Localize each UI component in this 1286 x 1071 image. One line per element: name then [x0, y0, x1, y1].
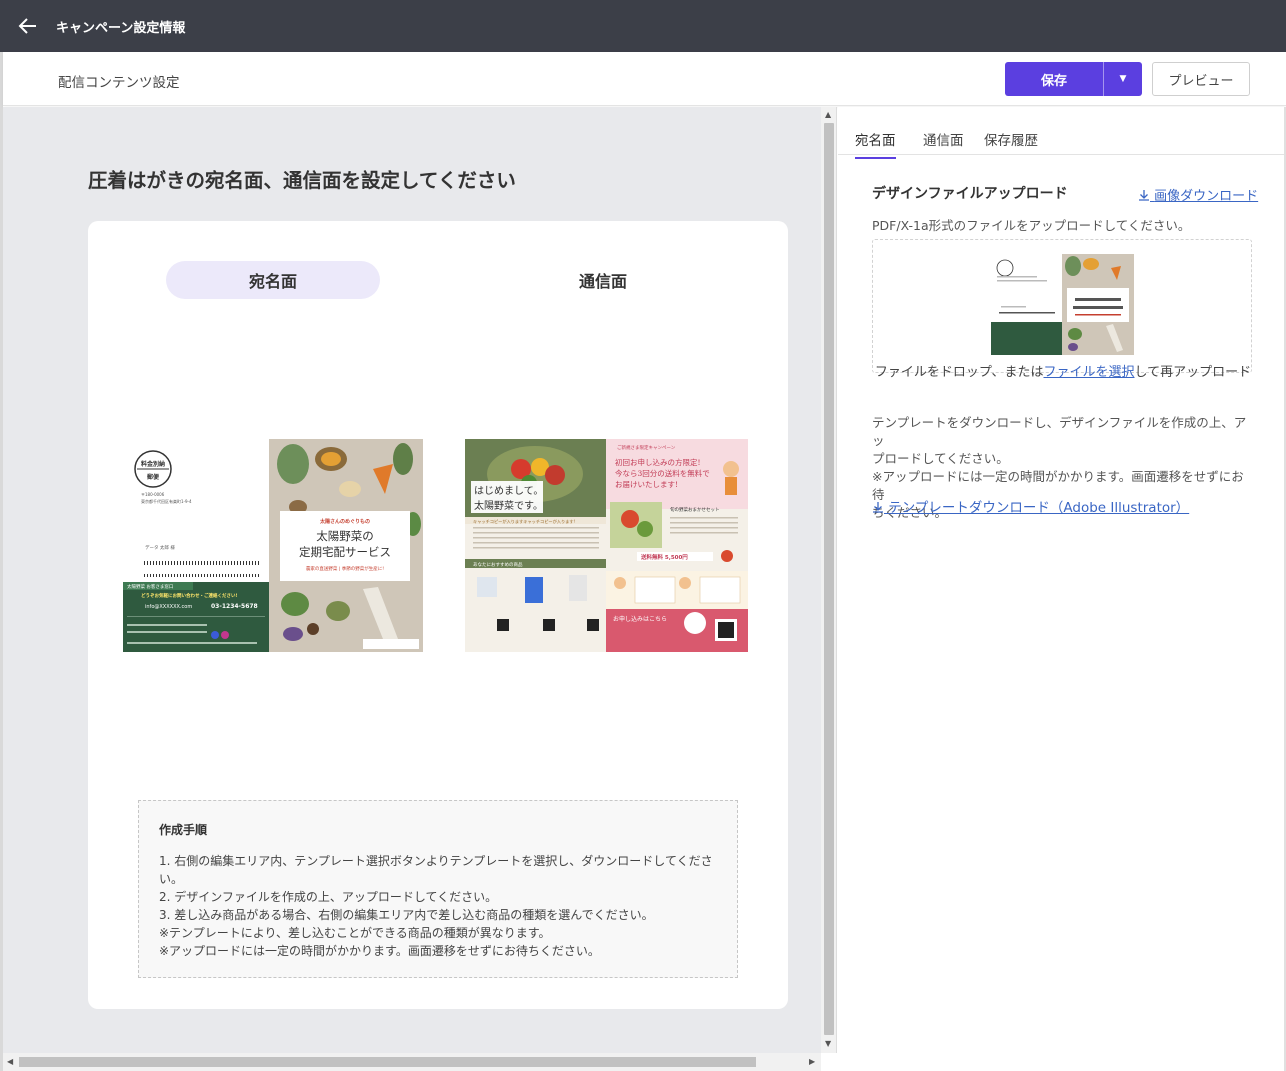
dropzone-text: ファイルをドロップ、またはファイルを選択して再アップロード: [873, 361, 1253, 380]
scroll-right-icon[interactable]: ▶: [809, 1057, 815, 1066]
dropzone-suffix: して再アップロード: [1134, 365, 1252, 380]
scroll-left-icon[interactable]: ◀: [7, 1057, 13, 1066]
howto-line: ※アップロードには一定の時間がかかります。画面遷移をせずにお待ちください。: [159, 944, 600, 958]
campaign-line1: 初回お申し込みの方限定!: [615, 457, 701, 467]
howto-line: 1. 右側の編集エリア内、テンプレート選択ボタンよりテンプレートを選択し、ダウン…: [159, 854, 713, 868]
dropzone-prefix: ファイルをドロップ、または: [874, 365, 1044, 380]
postage-badge-line2: 郵便: [147, 473, 160, 481]
tab-save-history[interactable]: 保存履歴: [984, 129, 1038, 157]
postcard-card: 宛名面 通信面 料金別納 郵便 〒180-0006 東京都千代田区有楽町1-9-…: [88, 221, 788, 1009]
help-line: プロードしてください。: [872, 451, 1009, 466]
back-arrow-icon: [18, 18, 36, 34]
greeting-line2: 太陽野菜です。: [474, 499, 543, 512]
scroll-up-icon[interactable]: ▲: [825, 110, 831, 119]
image-download-label: 画像ダウンロード: [1154, 189, 1259, 204]
address-side-artwork: 料金別納 郵便 〒180-0006 東京都千代田区有楽町1-9-4 データ 太郎…: [123, 439, 423, 652]
template-download-link[interactable]: テンプレートダウンロード（Adobe Illustrator）: [872, 496, 1189, 516]
card-title-small: 太陽さんのめぐりもの: [319, 518, 370, 525]
download-icon: [873, 502, 883, 513]
download-icon: [1139, 190, 1149, 201]
howto-title: 作成手順: [159, 823, 208, 837]
postage-badge-line1: 料金別納: [141, 460, 165, 468]
card-subtitle: 農家の直送野菜 | 季節の野菜が生産に!: [306, 565, 384, 572]
file-dropzone[interactable]: ファイルをドロップ、またはファイルを選択して再アップロード: [872, 239, 1252, 380]
vertical-scrollbar[interactable]: ▲ ▼: [821, 107, 837, 1053]
settings-panel: 宛名面 通信面 保存履歴 デザインファイルアップロード 画像ダウンロード PDF…: [838, 107, 1286, 1071]
card-title-line2: 定期宅配サービス: [299, 545, 391, 559]
howto-box: 作成手順 1. 右側の編集エリア内、テンプレート選択ボタンよりテンプレートを選択…: [138, 800, 738, 978]
card-title-line1: 太陽野菜の: [316, 529, 374, 543]
contact-title: 太陽野菜 お客さま窓口: [127, 583, 173, 590]
scroll-down-icon[interactable]: ▼: [825, 1039, 831, 1048]
howto-line: ※テンプレートにより、差し込むことができる商品の種類が異なります。: [159, 926, 551, 940]
uploaded-design-thumbnail: [991, 254, 1134, 355]
help-line: テンプレートをダウンロードし、デザインファイルを作成の上、アッ: [872, 415, 1247, 448]
horizontal-scroll-thumb[interactable]: [19, 1057, 756, 1067]
tab-message-side[interactable]: 通信面: [498, 261, 708, 299]
upload-section-title: デザインファイルアップロード: [872, 186, 1068, 202]
message-side-artwork: はじめまして。 太陽野菜です。 キャッチコピーが入りますキャッチコピーが入ります…: [465, 439, 748, 652]
contact-email: info@XXXXXX.com: [145, 604, 192, 610]
message-side-preview: はじめまして。 太陽野菜です。 キャッチコピーが入りますキャッチコピーが入ります…: [465, 439, 748, 652]
image-download-link[interactable]: 画像ダウンロード: [1138, 185, 1258, 204]
campaign-label: ご新規さま限定キャンペーン: [617, 444, 676, 451]
recipient-name: データ 太郎 様: [145, 544, 175, 551]
editor-heading: 圧着はがきの宛名面、通信面を設定してください: [88, 169, 516, 192]
chevron-down-icon: ▼: [1119, 74, 1127, 84]
address-side-preview: 料金別納 郵便 〒180-0006 東京都千代田区有楽町1-9-4 データ 太郎…: [123, 439, 423, 652]
sub-header: 配信コンテンツ設定 保存 ▼ プレビュー: [3, 52, 1286, 106]
select-file-link[interactable]: ファイルを選択: [1043, 365, 1134, 380]
page-title: キャンペーン設定情報: [56, 20, 186, 36]
tab-message-side-panel[interactable]: 通信面: [923, 129, 964, 157]
apply-label: お申し込みはこちら: [613, 615, 667, 623]
save-options-dropdown[interactable]: ▼: [1104, 62, 1142, 96]
howto-line: 2. デザインファイルを作成の上、アップロードしてください。: [159, 890, 498, 904]
top-bar: キャンペーン設定情報: [0, 0, 1286, 52]
howto-line: い。: [159, 872, 184, 886]
save-button-group: 保存 ▼: [1005, 62, 1142, 96]
tab-address-side-panel[interactable]: 宛名面: [855, 129, 896, 159]
back-button[interactable]: [0, 0, 56, 52]
campaign-line2: 今なら3回分の送料を無料で: [615, 468, 710, 478]
greeting-line1: はじめまして。: [474, 485, 543, 497]
set-title: 旬の野菜おまかせセット: [670, 506, 720, 513]
price-label: 送料無料 5,500円: [640, 553, 688, 561]
contact-phone: 03-1234-5678: [211, 603, 258, 610]
vertical-scroll-thumb[interactable]: [824, 123, 834, 1035]
postal-code: 〒180-0006: [141, 492, 165, 497]
section-title: 配信コンテンツ設定: [58, 75, 180, 91]
recommend-label: あなたにおすすめの商品: [473, 561, 523, 568]
preview-button[interactable]: プレビュー: [1152, 62, 1250, 96]
tab-address-side[interactable]: 宛名面: [166, 261, 380, 299]
upload-description: PDF/X-1a形式のファイルをアップロードしてください。: [872, 218, 1191, 233]
editor-canvas: 圧着はがきの宛名面、通信面を設定してください 宛名面 通信面 料金別納 郵便 〒…: [3, 107, 821, 1053]
panel-tabs: 宛名面 通信面 保存履歴: [838, 107, 1286, 159]
campaign-line3: お届けいたします!: [615, 480, 678, 489]
catch-copy: キャッチコピーが入りますキャッチコピーが入ります!: [473, 518, 576, 525]
address-text: 東京都千代田区有楽町1-9-4: [141, 498, 192, 504]
howto-line: 3. 差し込み商品がある場合、右側の編集エリア内で差し込む商品の種類を選んでくだ…: [159, 908, 654, 922]
template-download-label: テンプレートダウンロード（Adobe Illustrator）: [888, 500, 1190, 516]
contact-cta: どうぞお気軽にお問い合わせ・ご連絡ください!: [141, 592, 238, 599]
save-button[interactable]: 保存: [1005, 62, 1104, 96]
horizontal-scrollbar[interactable]: ◀ ▶: [3, 1053, 821, 1071]
